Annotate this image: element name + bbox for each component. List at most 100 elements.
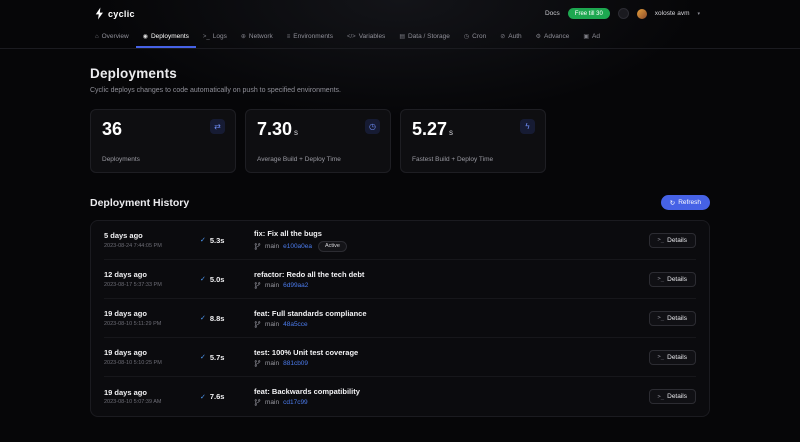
- time-ago: 12 days ago: [104, 270, 200, 279]
- deployment-history-list: 5 days ago 2023-08-24 7:44:05 PM ✓ 5.3s …: [90, 220, 710, 417]
- details-label: Details: [667, 276, 687, 283]
- build-duration: 5.0s: [210, 275, 225, 284]
- details-button[interactable]: >_ Details: [649, 272, 697, 287]
- git-branch-icon: [254, 321, 261, 328]
- tab-variables[interactable]: </> Variables: [340, 27, 392, 48]
- tab-label: Variables: [359, 33, 386, 40]
- tab-label: Data / Storage: [408, 33, 450, 40]
- stat-unit: s: [294, 128, 298, 137]
- commit-meta: main 48a5cce: [254, 321, 632, 328]
- timestamp: 2023-08-24 7:44:05 PM: [104, 243, 200, 249]
- time-ago: 19 days ago: [104, 388, 200, 397]
- globe-icon: ⊕: [241, 33, 246, 40]
- tab-label: Environments: [293, 33, 333, 40]
- database-icon: ▤: [399, 33, 405, 40]
- git-branch-icon: [254, 399, 261, 406]
- commit-hash-link[interactable]: cd17c99: [283, 399, 308, 406]
- tab-environments[interactable]: ≡ Environments: [280, 27, 340, 48]
- tab-label: Network: [249, 33, 273, 40]
- deployment-row: 19 days ago 2023-08-10 5:07:39 AM ✓ 7.6s…: [104, 377, 696, 416]
- tab-network[interactable]: ⊕ Network: [234, 27, 280, 48]
- commit-hash-link[interactable]: e100a0ea: [283, 243, 312, 250]
- tab-auth[interactable]: ⊘ Auth: [493, 27, 528, 48]
- docs-link[interactable]: Docs: [545, 10, 560, 17]
- tab-label: Auth: [508, 33, 521, 40]
- tab-cron[interactable]: ◷ Cron: [457, 27, 493, 48]
- primary-nav: ⌂ Overview ◉ Deployments >_ Logs ⊕ Netwo…: [0, 27, 800, 49]
- build-duration: 8.8s: [210, 314, 225, 323]
- git-branch-icon: [254, 243, 261, 250]
- time-cell: 12 days ago 2023-08-17 5:37:33 PM: [104, 270, 200, 288]
- commit-message: refactor: Redo all the tech debt: [254, 270, 632, 279]
- refresh-button[interactable]: ↻ Refresh: [661, 195, 710, 210]
- stat-label: Deployments: [102, 156, 140, 163]
- theme-circle-icon[interactable]: [618, 8, 629, 19]
- plan-button[interactable]: Free till 30: [568, 8, 610, 19]
- branch-name: main: [265, 243, 279, 250]
- details-button[interactable]: >_ Details: [649, 350, 697, 365]
- terminal-icon: >_: [658, 394, 665, 400]
- tab-deployments[interactable]: ◉ Deployments: [136, 27, 196, 48]
- code-icon: </>: [347, 34, 356, 40]
- check-icon: ✓: [200, 393, 206, 401]
- chevron-down-icon[interactable]: ▾: [697, 11, 700, 17]
- time-cell: 5 days ago 2023-08-24 7:44:05 PM: [104, 231, 200, 249]
- commit-cell: test: 100% Unit test coverage main 881cb…: [254, 348, 632, 367]
- terminal-icon: >_: [658, 276, 665, 282]
- commit-cell: feat: Full standards compliance main 48a…: [254, 309, 632, 328]
- commit-cell: refactor: Redo all the tech debt main 6d…: [254, 270, 632, 289]
- commit-meta: main e100a0ea Active: [254, 241, 632, 252]
- active-badge: Active: [318, 241, 347, 252]
- branch-name: main: [265, 321, 279, 328]
- status-cell: ✓ 7.6s: [200, 392, 254, 401]
- deployment-row: 5 days ago 2023-08-24 7:44:05 PM ✓ 5.3s …: [104, 221, 696, 260]
- gear-icon: ⚙: [536, 33, 541, 40]
- details-label: Details: [667, 354, 687, 361]
- commit-meta: main 6d99aa2: [254, 282, 632, 289]
- terminal-icon: >_: [658, 354, 665, 360]
- stat-label: Fastest Build + Deploy Time: [412, 156, 493, 163]
- tab-label: Overview: [102, 33, 129, 40]
- commit-message: fix: Fix all the bugs: [254, 229, 632, 238]
- tab-label: Advance: [544, 33, 569, 40]
- tab-advanced[interactable]: ⚙ Advance: [529, 27, 577, 48]
- stat-value: 7.30: [257, 119, 292, 139]
- details-button[interactable]: >_ Details: [649, 389, 697, 404]
- deployment-row: 19 days ago 2023-08-10 5:11:29 PM ✓ 8.8s…: [104, 299, 696, 338]
- tab-admin[interactable]: ▣ Ad: [576, 27, 607, 48]
- time-ago: 19 days ago: [104, 348, 200, 357]
- tab-data-storage[interactable]: ▤ Data / Storage: [392, 27, 457, 48]
- terminal-icon: >_: [658, 237, 665, 243]
- tab-logs[interactable]: >_ Logs: [196, 27, 234, 48]
- page-title: Deployments: [90, 66, 710, 81]
- swap-icon: ⇄: [210, 119, 225, 134]
- deployment-row: 19 days ago 2023-08-10 5:10:25 PM ✓ 5.7s…: [104, 338, 696, 377]
- commit-message: feat: Backwards compatibility: [254, 387, 632, 396]
- commit-hash-link[interactable]: 48a5cce: [283, 321, 308, 328]
- status-cell: ✓ 5.0s: [200, 275, 254, 284]
- app-logo: cyclic: [95, 7, 135, 20]
- refresh-label: Refresh: [678, 199, 701, 206]
- page-subtitle: Cyclic deploys changes to code automatic…: [90, 87, 710, 94]
- commit-hash-link[interactable]: 6d99aa2: [283, 282, 308, 289]
- layers-icon: ≡: [287, 34, 291, 40]
- details-button[interactable]: >_ Details: [649, 311, 697, 326]
- overview-icon: ⌂: [95, 34, 99, 40]
- tab-overview[interactable]: ⌂ Overview: [88, 27, 136, 48]
- commit-cell: feat: Backwards compatibility main cd17c…: [254, 387, 632, 406]
- main-content: Deployments Cyclic deploys changes to co…: [0, 66, 800, 417]
- status-cell: ✓ 5.3s: [200, 236, 254, 245]
- stat-card-deployments: 36 ⇄ Deployments: [90, 109, 236, 173]
- avatar[interactable]: [637, 9, 647, 19]
- timestamp: 2023-08-10 5:07:39 AM: [104, 399, 200, 405]
- branch-name: main: [265, 360, 279, 367]
- stat-label: Average Build + Deploy Time: [257, 156, 341, 163]
- header-right: Docs Free till 30 xoloste avm ▾: [545, 8, 700, 19]
- app-header: cyclic Docs Free till 30 xoloste avm ▾: [0, 0, 800, 27]
- details-button[interactable]: >_ Details: [649, 233, 697, 248]
- user-name[interactable]: xoloste avm: [655, 10, 690, 17]
- commit-hash-link[interactable]: 881cb09: [283, 360, 308, 367]
- details-label: Details: [667, 393, 687, 400]
- git-branch-icon: [254, 360, 261, 367]
- tab-label: Logs: [213, 33, 227, 40]
